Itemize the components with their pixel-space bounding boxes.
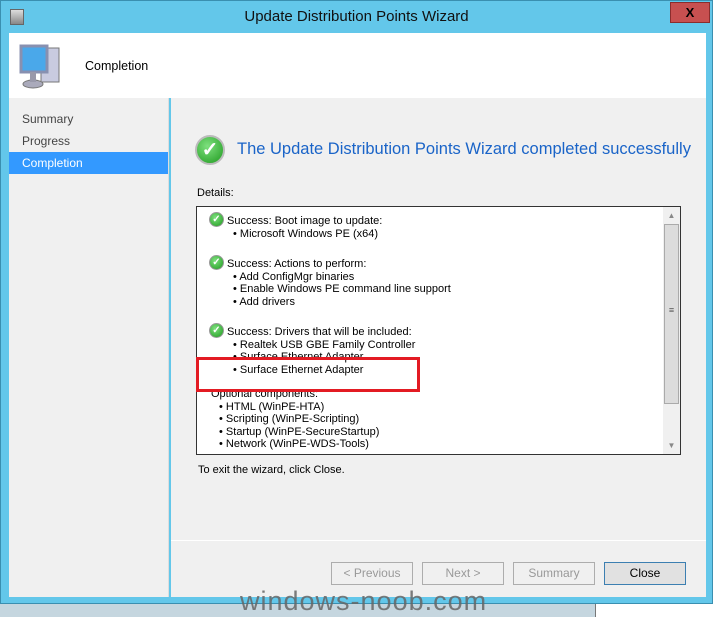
details-label: Details:: [197, 187, 234, 199]
success-check-icon: ✓: [209, 255, 224, 270]
scroll-down-icon[interactable]: ▼: [663, 437, 680, 454]
details-section: ✓ Success: Actions to perform: Add Confi…: [209, 255, 659, 309]
details-box[interactable]: ✓ Success: Boot image to update: Microso…: [196, 206, 681, 455]
completion-headline: The Update Distribution Points Wizard co…: [237, 140, 691, 158]
page-title: Completion: [85, 59, 149, 73]
sidebar-item-progress[interactable]: Progress: [9, 130, 168, 152]
list-item: Add drivers: [233, 296, 659, 309]
success-check-icon: ✓: [209, 323, 224, 338]
close-window-button[interactable]: X: [670, 2, 710, 23]
exit-instructions: To exit the wizard, click Close.: [198, 464, 345, 476]
previous-button[interactable]: < Previous: [331, 562, 413, 585]
section-title: Success: Boot image to update:: [227, 215, 383, 227]
list-item: Enable Windows PE command line support: [233, 283, 659, 296]
computer-icon: [19, 44, 60, 89]
section-title: Success: Drivers that will be included:: [227, 326, 412, 338]
wizard-window: Update Distribution Points Wizard X Comp…: [0, 0, 713, 604]
vertical-scrollbar[interactable]: ▲ ≡ ▼: [663, 207, 680, 454]
section-title: Success: Actions to perform:: [227, 258, 367, 270]
window-title: Update Distribution Points Wizard: [244, 8, 469, 25]
optional-components: Optional components: HTML (WinPE-HTA) Sc…: [209, 388, 659, 451]
list-item: Realtek USB GBE Family Controller: [233, 339, 659, 352]
scroll-up-icon[interactable]: ▲: [663, 207, 680, 224]
list-item: Network (WinPE-WDS-Tools): [219, 438, 659, 451]
sidebar-item-completion[interactable]: Completion: [9, 152, 168, 174]
close-button[interactable]: Close: [604, 562, 686, 585]
sidebar-item-summary[interactable]: Summary: [9, 108, 168, 130]
sidebar: Summary Progress Completion: [9, 98, 169, 597]
list-item: HTML (WinPE-HTA): [219, 401, 659, 414]
details-section: ✓ Success: Boot image to update: Microso…: [209, 212, 659, 241]
wizard-header: Completion: [9, 33, 706, 98]
watermark: windows-noob.com: [240, 586, 488, 616]
list-item: Microsoft Windows PE (x64): [233, 228, 659, 241]
list-item: Startup (WinPE-SecureStartup): [219, 426, 659, 439]
success-check-icon: ✓: [209, 212, 224, 227]
main-panel: ✓ The Update Distribution Points Wizard …: [171, 98, 706, 597]
success-check-icon: ✓: [195, 135, 225, 165]
highlight-annotation: [196, 357, 420, 392]
list-item: Scripting (WinPE-Scripting): [219, 413, 659, 426]
scrollbar-thumb[interactable]: ≡: [664, 224, 679, 404]
summary-button[interactable]: Summary: [513, 562, 595, 585]
next-button[interactable]: Next >: [422, 562, 504, 585]
list-item: Add ConfigMgr binaries: [233, 271, 659, 284]
